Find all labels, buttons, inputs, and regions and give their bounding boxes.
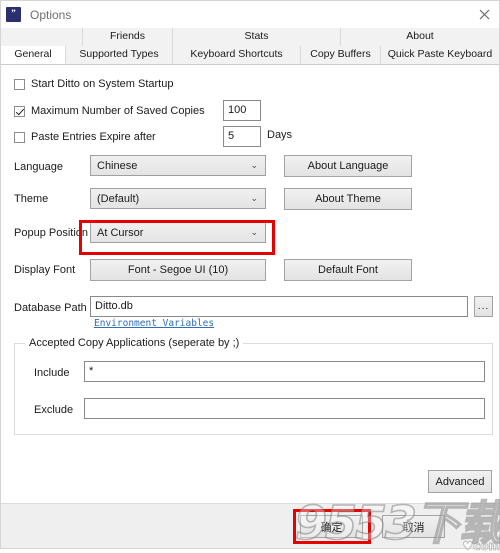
database-path-input[interactable]: Ditto.db — [90, 296, 468, 317]
popup-position-combobox[interactable]: At Cursor ⌄ — [90, 222, 266, 243]
display-font-label: Display Font — [14, 264, 76, 276]
include-input[interactable]: * — [84, 361, 485, 382]
ok-button[interactable]: 确定 — [300, 515, 363, 538]
chevron-down-icon: ⌄ — [250, 160, 258, 170]
max-saved-copies-input[interactable]: 100 — [223, 100, 261, 121]
database-path-browse-button[interactable]: ... — [474, 296, 493, 317]
tab-general[interactable]: General — [1, 46, 66, 64]
max-saved-copies-checkbox[interactable] — [14, 105, 25, 117]
expire-after-unit-label: Days — [267, 129, 293, 141]
database-path-label: Database Path — [14, 302, 87, 314]
accepted-copy-applications-group: Accepted Copy Applications (seperate by … — [14, 337, 493, 435]
start-on-startup-row[interactable]: Start Ditto on System Startup — [14, 78, 173, 90]
ditto-app-icon: ” — [6, 7, 21, 22]
tab-stats[interactable]: Stats — [173, 28, 341, 46]
popup-position-combobox-value: At Cursor — [97, 226, 144, 239]
theme-combobox-value: (Default) — [97, 192, 140, 205]
expire-after-label: Paste Entries Expire after — [31, 131, 156, 143]
tab-strip: Friends Stats About General Supported Ty… — [1, 28, 499, 65]
tab-supported-types[interactable]: Supported Types — [66, 46, 173, 64]
language-combobox-value: Chinese — [97, 159, 138, 172]
accepted-copy-applications-title: Accepted Copy Applications (seperate by … — [25, 337, 244, 349]
start-on-startup-checkbox[interactable] — [14, 78, 25, 90]
include-label: Include — [34, 367, 70, 379]
cancel-button[interactable]: 取消 — [382, 515, 445, 538]
expire-after-input[interactable]: 5 — [223, 126, 261, 147]
dialog-footer: 确定 取消 — [1, 503, 499, 548]
chevron-down-icon: ⌄ — [250, 193, 258, 203]
general-settings-page: Start Ditto on System Startup Maximum Nu… — [1, 65, 499, 503]
app-icon-glyph: ” — [11, 8, 16, 18]
about-language-button[interactable]: About Language — [284, 155, 412, 177]
language-combobox[interactable]: Chinese ⌄ — [90, 155, 266, 176]
advanced-button[interactable]: Advanced — [428, 470, 492, 493]
max-saved-copies-label: Maximum Number of Saved Copies — [31, 105, 205, 117]
max-saved-copies-row[interactable]: Maximum Number of Saved Copies — [14, 105, 205, 117]
tab-copy-buffers[interactable]: Copy Buffers — [301, 46, 381, 64]
title-bar: ” Options — [1, 1, 499, 28]
tab-keyboard-shortcuts[interactable]: Keyboard Shortcuts — [173, 46, 301, 64]
options-window: ” Options Friends Stats About General Su… — [0, 0, 500, 552]
expire-after-row[interactable]: Paste Entries Expire after — [14, 131, 156, 143]
tab-row-top: Friends Stats About — [1, 28, 499, 46]
default-font-button[interactable]: Default Font — [284, 259, 412, 281]
tab-quick-paste-keyboard[interactable]: Quick Paste Keyboard — [381, 46, 499, 64]
display-font-button[interactable]: Font - Segoe UI (10) — [90, 259, 266, 281]
window-title: Options — [30, 7, 72, 22]
tab-row-bottom: General Supported Types Keyboard Shortcu… — [1, 46, 499, 64]
exclude-label: Exclude — [34, 404, 74, 416]
language-label: Language — [14, 161, 63, 173]
theme-label: Theme — [14, 193, 49, 205]
about-theme-button[interactable]: About Theme — [284, 188, 412, 210]
exclude-input[interactable] — [84, 398, 485, 419]
start-on-startup-label: Start Ditto on System Startup — [31, 78, 174, 90]
tab-about[interactable]: About — [341, 28, 499, 46]
popup-position-label: Popup Position — [14, 227, 88, 239]
tab-friends[interactable]: Friends — [83, 28, 173, 46]
environment-variables-link[interactable]: Environment Variables — [94, 318, 214, 329]
close-icon[interactable] — [469, 1, 499, 28]
theme-combobox[interactable]: (Default) ⌄ — [90, 188, 266, 209]
chevron-down-icon: ⌄ — [250, 227, 258, 237]
tab-spacer — [1, 28, 83, 46]
expire-after-checkbox[interactable] — [14, 131, 25, 143]
